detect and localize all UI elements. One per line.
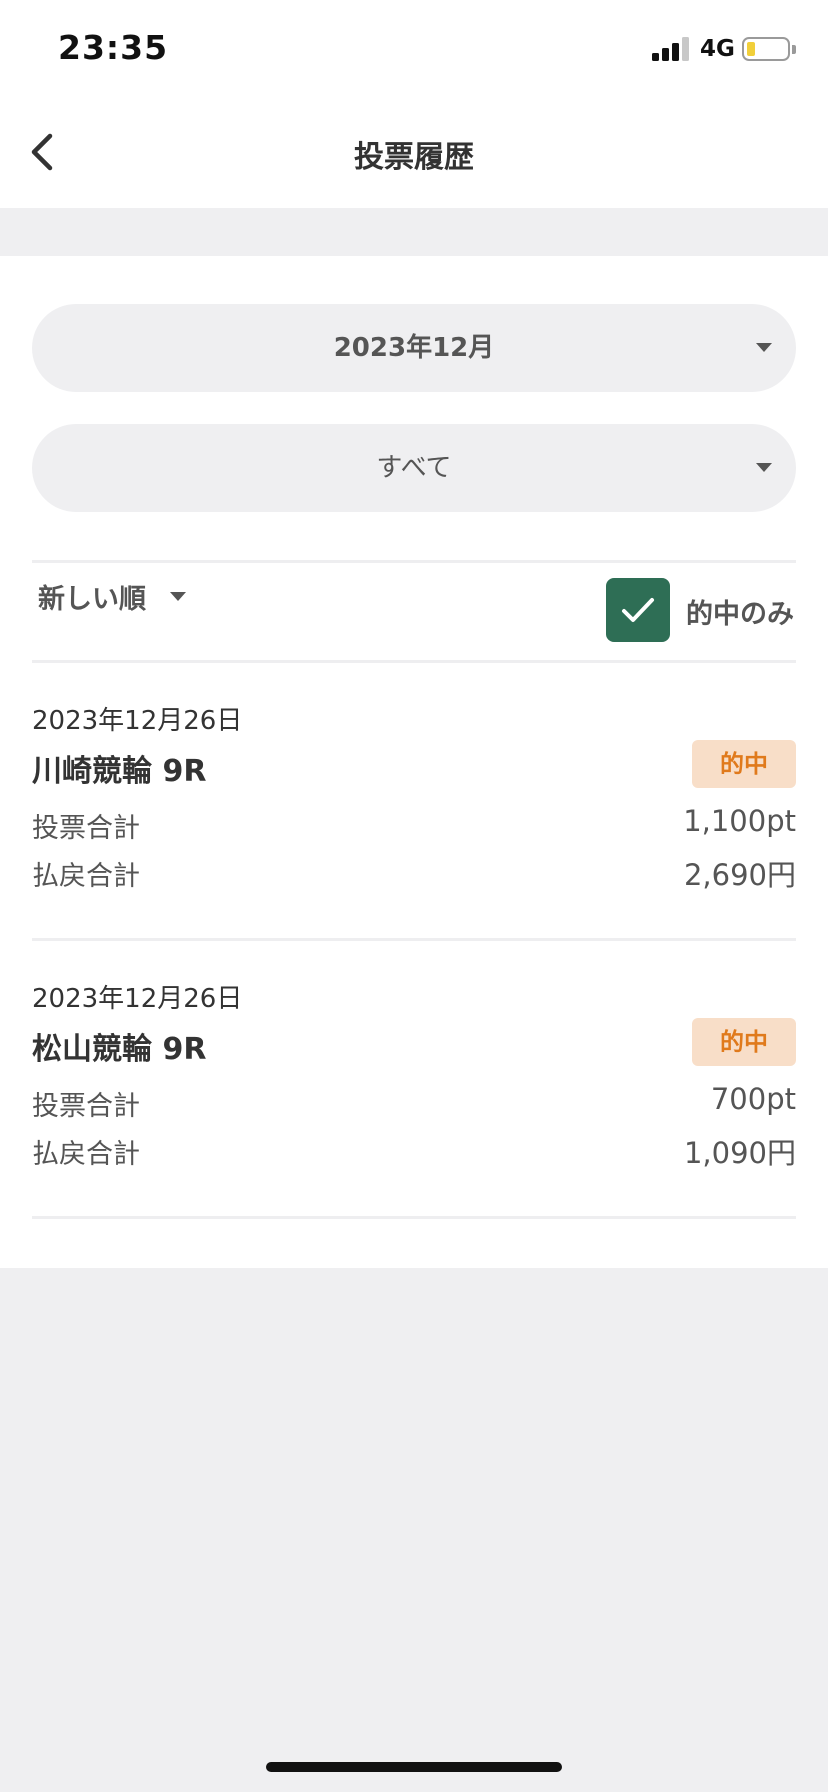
bet-total-value: 700pt xyxy=(710,1082,796,1116)
signal-icon xyxy=(652,37,692,61)
page-title: 投票履歴 xyxy=(354,140,474,175)
status-bar: 23:35 4G xyxy=(0,0,828,96)
list-item[interactable]: 2023年12月26日 松山競輪 9R 的中 投票合計 700pt 払戻合計 1… xyxy=(32,978,796,1218)
record-date: 2023年12月26日 xyxy=(32,706,243,736)
network-type: 4G xyxy=(700,36,735,62)
payout-total-value: 2,690円 xyxy=(683,858,796,892)
list-item[interactable]: 2023年12月26日 川崎競輪 9R 的中 投票合計 1,100pt 払戻合計… xyxy=(32,700,796,940)
status-time: 23:35 xyxy=(58,28,169,67)
battery-icon xyxy=(742,37,790,61)
hit-only-filter[interactable]: 的中のみ xyxy=(606,578,794,642)
record-race: 松山競輪 9R xyxy=(32,1032,207,1067)
sort-dropdown[interactable]: 新しい順 xyxy=(38,574,186,618)
divider xyxy=(32,1216,796,1219)
month-select-value: 2023年12月 xyxy=(333,333,495,363)
payout-total-label: 払戻合計 xyxy=(32,861,140,892)
record-date: 2023年12月26日 xyxy=(32,984,243,1014)
month-select[interactable]: 2023年12月 xyxy=(32,304,796,392)
type-select[interactable]: すべて xyxy=(32,424,796,512)
navigation-bar: 投票履歴 xyxy=(0,96,828,208)
bet-total-value: 1,100pt xyxy=(683,804,796,838)
bet-total-label: 投票合計 xyxy=(32,1091,140,1122)
chevron-down-icon xyxy=(170,591,186,601)
divider xyxy=(32,560,796,563)
hit-only-label: 的中のみ xyxy=(686,599,794,630)
hit-badge: 的中 xyxy=(692,740,796,788)
history-panel: 2023年12月 すべて 新しい順 的中のみ 2023年12月26日 川崎競輪 … xyxy=(0,256,828,1268)
check-icon xyxy=(622,598,654,622)
chevron-down-icon xyxy=(756,463,772,472)
record-race: 川崎競輪 9R xyxy=(32,754,207,789)
payout-total-label: 払戻合計 xyxy=(32,1139,140,1170)
divider xyxy=(32,938,796,941)
hit-badge: 的中 xyxy=(692,1018,796,1066)
hit-only-checkbox[interactable] xyxy=(606,578,670,642)
payout-total-value: 1,090円 xyxy=(683,1136,796,1170)
bet-total-label: 投票合計 xyxy=(32,813,140,844)
sort-label: 新しい順 xyxy=(38,583,146,615)
chevron-down-icon xyxy=(756,343,772,352)
divider xyxy=(32,660,796,663)
battery-cap xyxy=(792,45,796,54)
home-indicator xyxy=(266,1762,562,1772)
type-select-value: すべて xyxy=(376,453,452,483)
